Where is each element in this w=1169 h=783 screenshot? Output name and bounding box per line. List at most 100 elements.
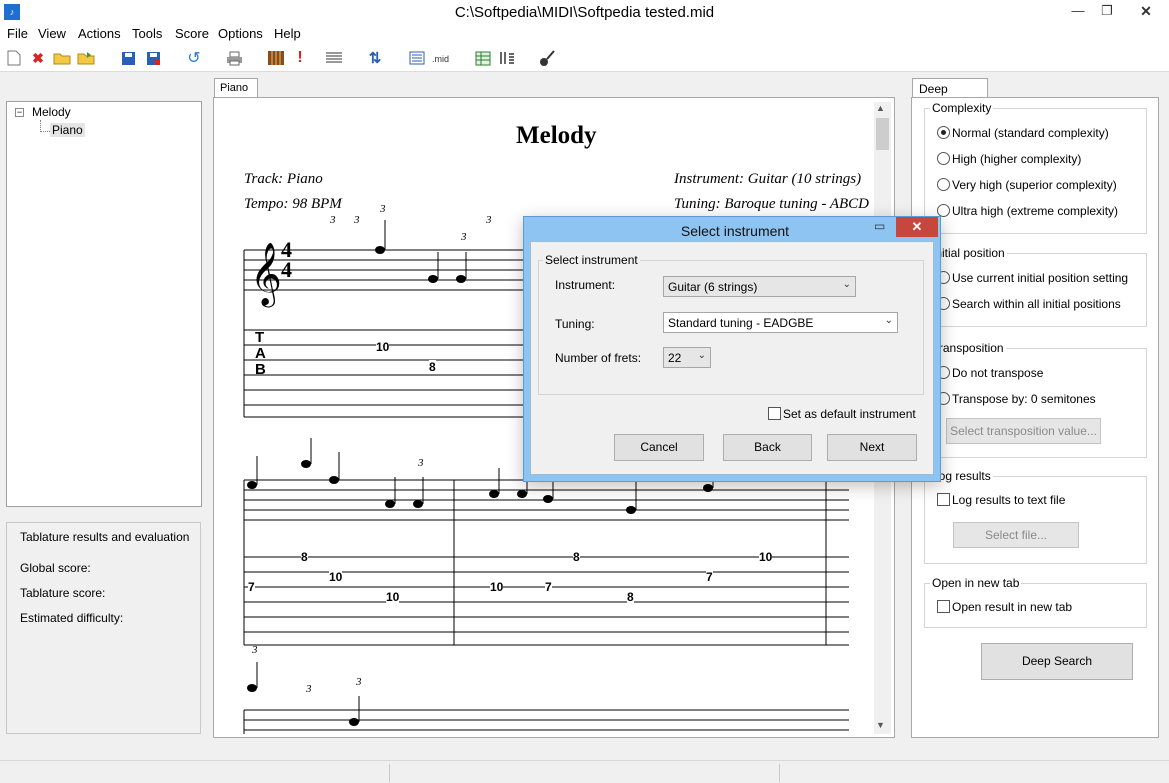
- scroll-up-icon[interactable]: ▲: [876, 103, 885, 113]
- save-as-icon[interactable]: [143, 48, 163, 68]
- instrument-field-label: Instrument:: [555, 278, 616, 292]
- next-button[interactable]: Next: [827, 434, 917, 461]
- columns-icon[interactable]: [497, 48, 517, 68]
- fret-number: 8: [627, 590, 634, 604]
- tree-item-piano[interactable]: Piano: [50, 123, 85, 137]
- results-panel: [6, 522, 201, 734]
- toolbar: [0, 44, 1169, 72]
- tab-deep-search[interactable]: Deep Search: [912, 78, 988, 110]
- instrument-select[interactable]: Guitar (6 strings) ⌄: [663, 276, 856, 297]
- menu-help[interactable]: Help: [274, 26, 301, 41]
- menu-view[interactable]: View: [38, 26, 66, 41]
- tab-clef-a: A: [255, 345, 266, 362]
- close-window-button[interactable]: ✕: [1123, 0, 1169, 22]
- frets-select-value: 22: [668, 351, 682, 365]
- chevron-down-icon: ⌄: [842, 279, 851, 290]
- select-instrument-group-label: Select instrument: [543, 253, 640, 267]
- warning-icon[interactable]: !: [290, 48, 310, 68]
- close-file-icon[interactable]: ✖: [28, 48, 48, 68]
- open-folder-icon[interactable]: [52, 48, 72, 68]
- select-file-button[interactable]: Select file...: [953, 522, 1079, 548]
- dialog-maximize-icon[interactable]: ▭: [874, 219, 885, 233]
- window-title: C:\Softpedia\MIDI\Softpedia tested.mid: [454, 4, 715, 21]
- chevron-down-icon: ⌄: [884, 315, 893, 326]
- triplet-mark: 3: [354, 214, 360, 226]
- time-signature-bottom: 4: [281, 257, 292, 282]
- fret-number: 8: [573, 550, 580, 564]
- complexity-high-label[interactable]: High (higher complexity): [952, 152, 1081, 166]
- complexity-normal-radio[interactable]: [937, 126, 950, 139]
- fretboard-icon[interactable]: [266, 48, 286, 68]
- menu-actions[interactable]: Actions: [78, 26, 121, 41]
- menu-options[interactable]: Options: [218, 26, 263, 41]
- menu-score[interactable]: Score: [175, 26, 209, 41]
- cancel-button[interactable]: Cancel: [614, 434, 704, 461]
- use-current-position-label[interactable]: Use current initial position setting: [952, 271, 1128, 285]
- triplet-mark: 3: [306, 683, 312, 695]
- triplet-mark: 3: [486, 214, 492, 226]
- midi-export-icon[interactable]: [407, 48, 427, 68]
- open-new-tab-checkbox[interactable]: [937, 600, 950, 613]
- maximize-button[interactable]: ❐: [1092, 0, 1122, 24]
- tree-item-melody[interactable]: Melody: [32, 105, 71, 119]
- results-title: Tablature results and evaluation: [20, 530, 190, 544]
- table-icon[interactable]: [473, 48, 493, 68]
- dialog-close-button[interactable]: ✕: [896, 217, 938, 237]
- triplet-mark: 3: [418, 457, 424, 469]
- complexity-very-high-label[interactable]: Very high (superior complexity): [952, 178, 1117, 192]
- fret-number: 10: [386, 590, 400, 604]
- log-results-checkbox[interactable]: [937, 493, 950, 506]
- status-separator: [779, 764, 780, 782]
- print-icon[interactable]: [224, 48, 244, 68]
- complexity-normal-label[interactable]: Normal (standard complexity): [952, 126, 1109, 140]
- tuning-select-value: Standard tuning - EADGBE: [668, 316, 814, 330]
- global-score-label: Global score:: [20, 561, 91, 575]
- no-transpose-label[interactable]: Do not transpose: [952, 366, 1043, 380]
- save-icon[interactable]: [118, 48, 138, 68]
- fret-number: 8: [301, 550, 308, 564]
- triplet-mark: 3: [330, 214, 336, 226]
- fret-number: 8: [429, 360, 436, 374]
- frets-select[interactable]: 22 ⌄: [663, 347, 711, 368]
- complexity-very-high-radio[interactable]: [937, 178, 950, 191]
- triplet-mark: 3: [461, 231, 467, 243]
- tuning-select[interactable]: Standard tuning - EADGBE ⌄: [663, 312, 898, 333]
- tuning-label: Tuning: Baroque tuning - ABCD: [674, 196, 869, 212]
- score-scroll-thumb[interactable]: [876, 118, 889, 150]
- fret-number: 7: [248, 580, 255, 594]
- transpose-by-label[interactable]: Transpose by: 0 semitones: [952, 392, 1096, 406]
- menu-file[interactable]: File: [7, 26, 28, 41]
- select-transposition-button[interactable]: Select transposition value...: [946, 418, 1101, 444]
- deep-search-button[interactable]: Deep Search: [981, 643, 1133, 680]
- fret-number: 10: [376, 340, 390, 354]
- tablature-score-label: Tablature score:: [20, 586, 106, 600]
- complexity-high-radio[interactable]: [937, 152, 950, 165]
- minimize-button[interactable]: —: [1063, 0, 1093, 24]
- triplet-mark: 3: [380, 203, 386, 215]
- tab-piano[interactable]: Piano: [214, 78, 258, 98]
- default-instrument-label[interactable]: Set as default instrument: [783, 407, 916, 421]
- tree-collapse-icon[interactable]: −: [15, 108, 24, 117]
- open-new-tab-checkbox-label[interactable]: Open result in new tab: [952, 600, 1072, 614]
- complexity-ultra-high-label[interactable]: Ultra high (extreme complexity): [952, 204, 1118, 218]
- menu-tools[interactable]: Tools: [132, 26, 162, 41]
- fret-number: 10: [490, 580, 504, 594]
- undo-icon[interactable]: ↺: [184, 48, 204, 68]
- staff-icon[interactable]: [324, 48, 344, 68]
- triplet-mark: 3: [356, 676, 362, 688]
- track-label: Track: Piano: [244, 171, 323, 187]
- scroll-down-icon[interactable]: ▼: [876, 720, 885, 730]
- fret-number: 7: [545, 580, 552, 594]
- open-recent-icon[interactable]: [76, 48, 96, 68]
- instrument-label: Instrument: Guitar (10 strings): [674, 171, 862, 187]
- guitar-icon[interactable]: [538, 48, 558, 68]
- new-file-icon[interactable]: [4, 48, 24, 68]
- back-button[interactable]: Back: [723, 434, 812, 461]
- midi-label: .mid: [432, 54, 450, 64]
- difficulty-label: Estimated difficulty:: [20, 611, 124, 625]
- default-instrument-checkbox[interactable]: [768, 407, 781, 420]
- search-all-positions-label[interactable]: Search within all initial positions: [952, 297, 1121, 311]
- tempo-label: Tempo: 98 BPM: [244, 196, 342, 212]
- log-results-checkbox-label[interactable]: Log results to text file: [952, 493, 1065, 507]
- transpose-icon[interactable]: ⇅: [365, 48, 385, 68]
